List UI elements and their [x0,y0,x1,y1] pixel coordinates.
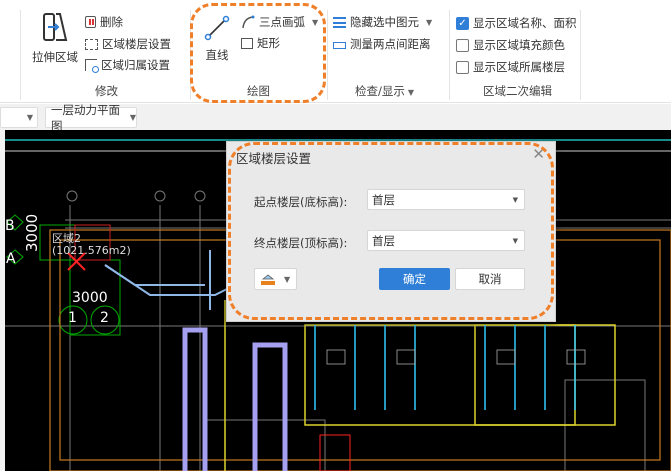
end-floor-label: 终点楼层(顶标高): [254,236,348,250]
axis-label-b: B [5,218,15,234]
arc-icon [242,15,255,29]
chevron-down-icon: ▼ [284,274,291,284]
line-icon [204,15,230,41]
stretch-region-label: 拉伸区域 [32,50,78,64]
delete-button[interactable]: 删除 [85,14,123,30]
separator [327,10,328,100]
rectangle-button[interactable]: 矩形 [241,35,280,51]
line-button[interactable]: 直线 [200,14,234,63]
checkbox-box [456,60,469,74]
select-value: 首层 [372,192,395,207]
start-floor-label: 起点楼层(底标高): [254,195,348,209]
drawing-select[interactable]: 一层动力平面图 ▼ [45,103,137,133]
region-owner-icon [85,59,99,73]
start-floor-select[interactable]: 首层 ▼ [367,189,525,210]
stretch-icon [43,13,68,41]
show-fill-color-checkbox[interactable]: 显示区域填充颜色 [456,37,565,53]
axis-label-a: A [6,251,16,267]
cancel-button[interactable]: 取消 [455,268,525,290]
region-floor-setting-button[interactable]: 区域楼层设置 [85,36,171,52]
chevron-down-icon: ▼ [426,17,433,27]
select-value: 首层 [372,233,395,248]
rectangle-label: 矩形 [257,36,280,50]
checkbox-label: 显示区域填充颜色 [473,38,565,52]
chevron-down-icon: ▼ [512,195,518,204]
separator [190,10,191,100]
chevron-down-icon: ▼ [312,17,319,27]
hide-selected-button[interactable]: 隐藏选中图元 ▼ [333,14,432,30]
check-display-menu[interactable]: 检查/显示 ▼ [355,83,414,99]
measure-distance-label: 测量两点间距离 [350,37,431,51]
separator [449,10,450,100]
ribbon: 拉伸区域 删除 区域楼层设置 区域归属设置 修改 直线 三点画弧 ▼ 矩形 绘图 … [0,0,671,103]
stretch-region-button[interactable]: 拉伸区域 [30,12,80,65]
check-icon: ✓ [456,16,469,30]
show-name-area-checkbox[interactable]: ✓ 显示区域名称、面积 [456,15,577,31]
show-floor-checkbox[interactable]: 显示区域所属楼层 [456,59,565,75]
chevron-down-icon: ▼ [129,113,136,122]
group-label-region-edit: 区域二次编辑 [483,84,552,98]
three-point-arc-label: 三点画弧 [259,15,305,29]
separator [20,10,21,100]
region-floor-setting-label: 区域楼层设置 [102,37,171,51]
dialog-title: 区域楼层设置 [236,151,312,166]
region-area: (1021.576m2) [52,244,131,257]
paint-bucket-icon [261,274,275,285]
chevron-down-icon: ▼ [407,88,415,97]
rectangle-icon [241,37,253,49]
trash-icon [85,16,96,28]
checkbox-label: 显示区域名称、面积 [473,16,577,30]
separator [580,10,581,100]
delete-label: 删除 [100,15,123,29]
measure-distance-button[interactable]: 测量两点间距离 [333,36,431,52]
dimension-text: 3000 [23,213,41,252]
line-label: 直线 [205,48,229,62]
hide-selected-label: 隐藏选中图元 [350,15,419,29]
axis-label-1: 1 [68,310,77,326]
region-floor-dialog: 区域楼层设置 ✕ 起点楼层(底标高): 首层 ▼ 终点楼层(顶标高): 首层 ▼ ▼… [226,141,556,322]
axis-label-2: 2 [100,310,109,326]
three-point-arc-button[interactable]: 三点画弧 ▼ [241,14,318,30]
dropdown-value: 一层动力平面图 [51,102,120,133]
ok-button[interactable]: 确定 [379,268,450,290]
chevron-down-icon: ▼ [26,113,33,122]
checkbox-box [456,38,469,52]
region-owner-setting-button[interactable]: 区域归属设置 [85,57,170,73]
close-icon[interactable]: ✕ [532,145,545,163]
group-label-draw: 绘图 [247,84,270,98]
checkbox-label: 显示区域所属楼层 [473,60,565,74]
edit-region-icon [85,38,98,50]
group-label-check: 检查/显示 [355,84,405,98]
hide-layers-icon [333,16,346,28]
toolbar: ▼ 一层动力平面图 ▼ [0,103,671,133]
group-label-modify: 修改 [95,84,118,98]
chevron-down-icon: ▼ [512,236,518,245]
ruler-icon [333,42,346,49]
first-dropdown[interactable]: ▼ [0,107,38,128]
region-owner-setting-label: 区域归属设置 [101,58,170,72]
dimension-text: 3000 [72,290,108,306]
fill-color-dropdown[interactable]: ▼ [254,268,297,290]
region-label: 区域2 (1021.576m2) [52,233,131,257]
end-floor-select[interactable]: 首层 ▼ [367,230,525,251]
